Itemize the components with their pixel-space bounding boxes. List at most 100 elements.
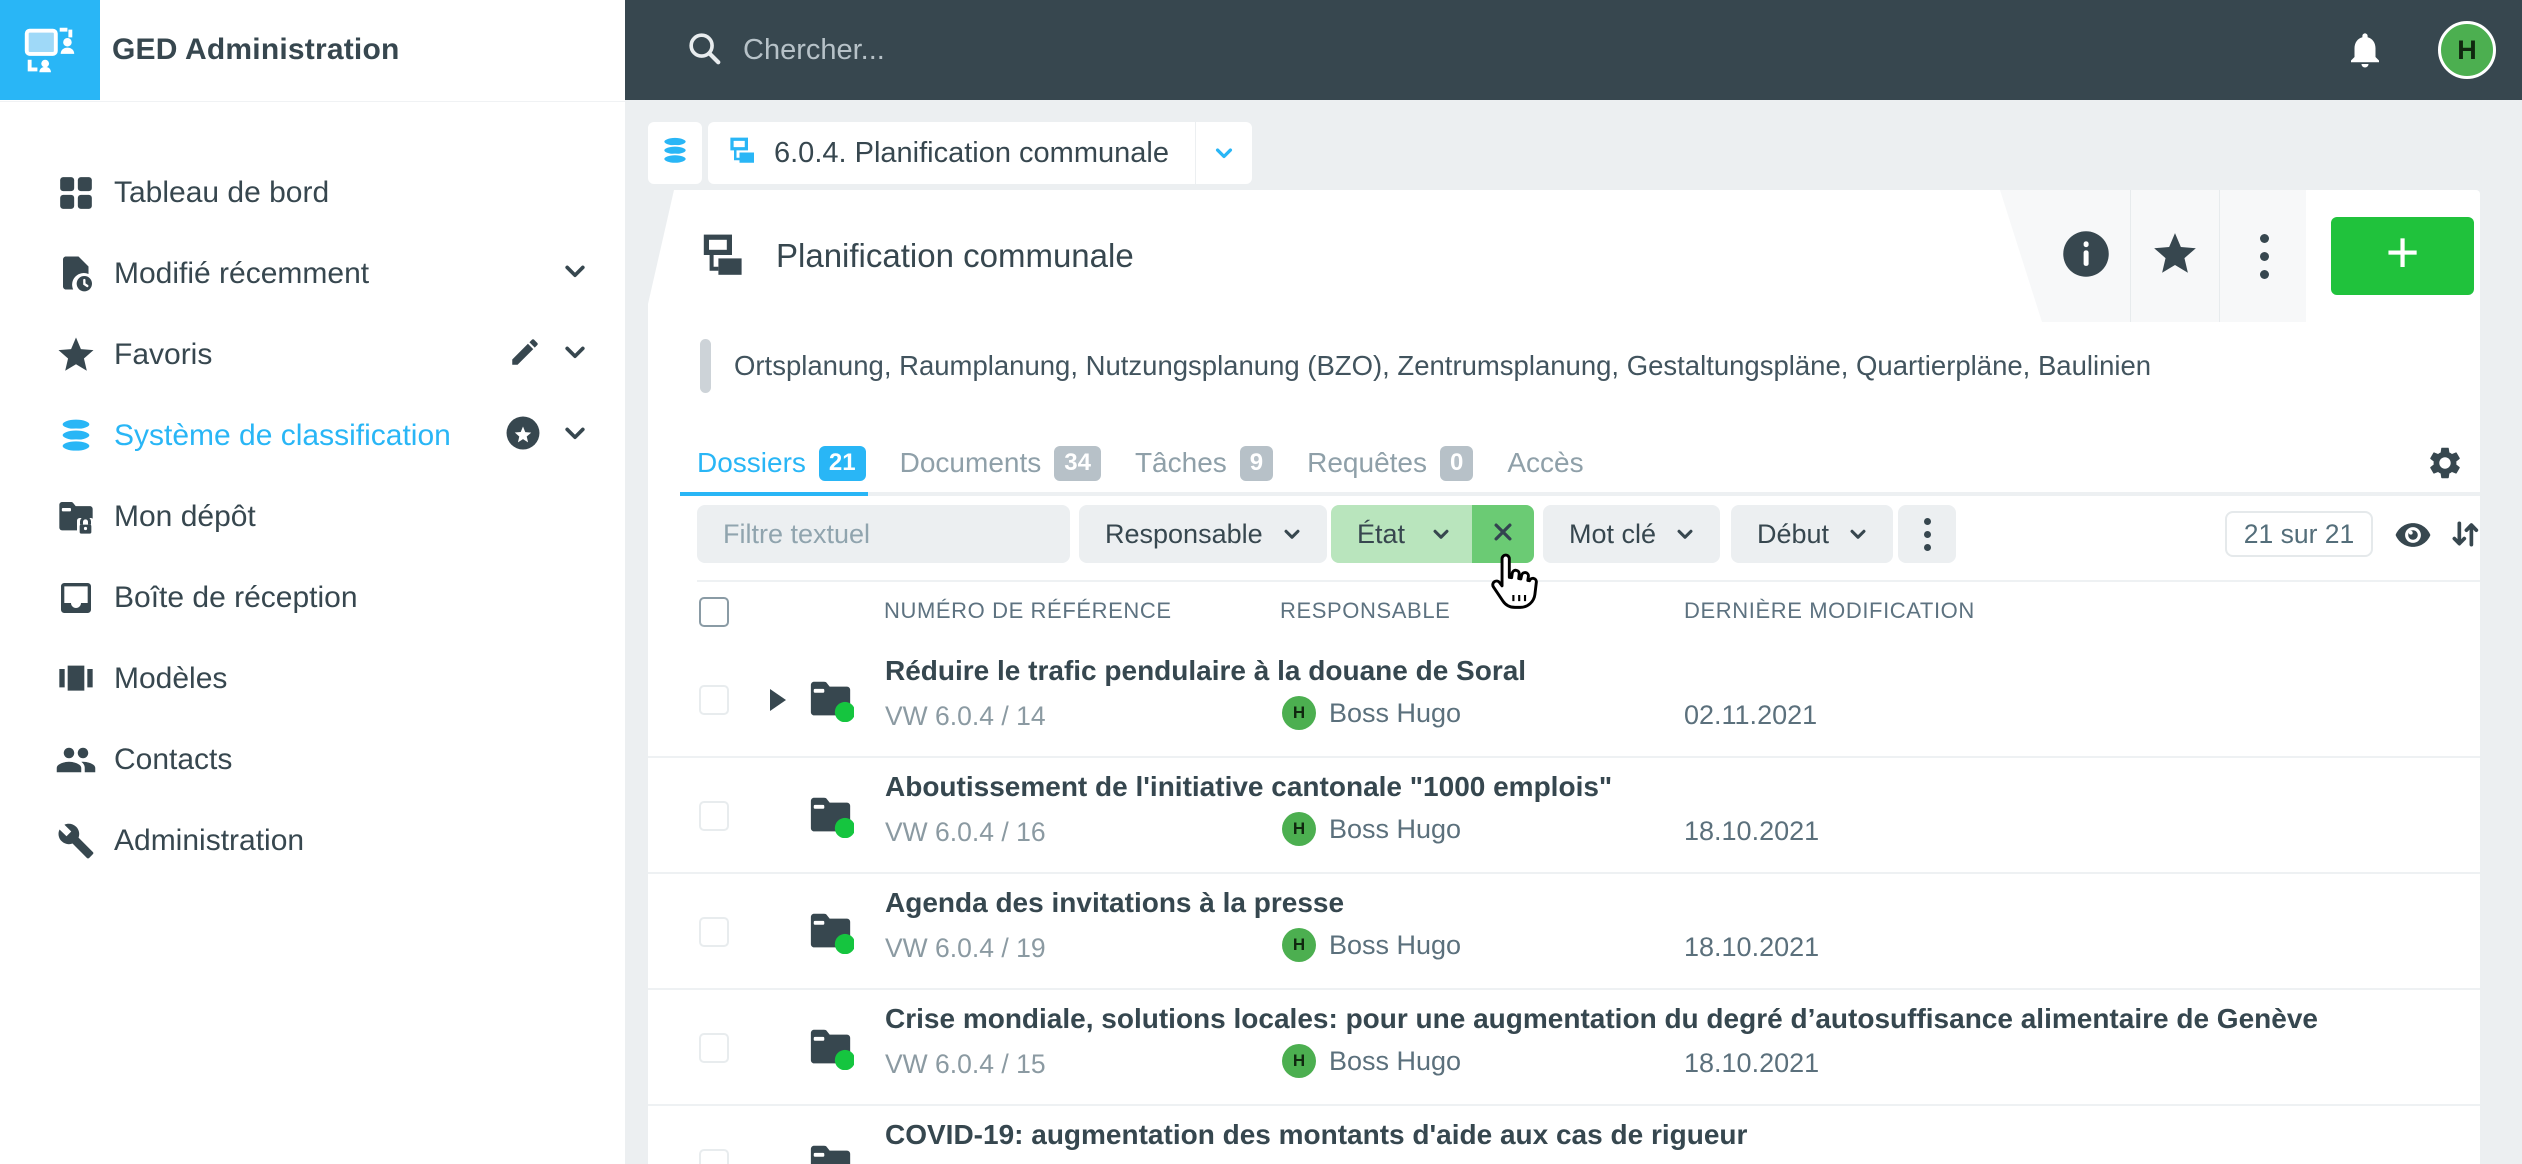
row-checkbox[interactable] <box>699 1149 729 1164</box>
filter-etat[interactable]: État <box>1331 505 1472 563</box>
star-icon <box>2150 229 2200 284</box>
wrench-icon <box>55 820 97 862</box>
more-filters-button[interactable] <box>1898 505 1956 563</box>
row-checkbox[interactable] <box>699 917 729 947</box>
chevron-down-icon <box>1672 521 1698 547</box>
tab-dossiers[interactable]: Dossiers 21 <box>697 445 866 481</box>
folder-icon <box>808 910 856 955</box>
filter-bar: Responsable État Mot clé Début 21 sur 2 <box>648 505 2480 563</box>
row-date: 18.10.2021 <box>1684 816 1820 846</box>
folder-icon <box>808 1142 854 1164</box>
edit-pencil-icon[interactable] <box>508 335 542 374</box>
app-logo-icon[interactable] <box>0 0 100 100</box>
settings-gear-icon[interactable] <box>2426 444 2464 482</box>
row-date: 02.11.2021 <box>1684 700 1818 730</box>
folder-icon <box>808 678 856 723</box>
table-row[interactable]: Crise mondiale, solutions locales: pour … <box>648 990 2480 1106</box>
sidebar-item-administration[interactable]: Administration <box>0 800 625 881</box>
select-all-checkbox[interactable] <box>699 597 729 627</box>
favorite-badge-icon[interactable] <box>504 414 542 457</box>
row-title[interactable]: Agenda des invitations à la presse <box>885 887 1344 919</box>
folder-icon <box>808 794 856 839</box>
tab-requetes[interactable]: Requêtes 0 <box>1307 445 1474 481</box>
column-header-responsable[interactable]: RESPONSABLE <box>1280 580 1450 642</box>
sidebar-item-mon-depot[interactable]: Mon dépôt <box>0 476 625 557</box>
chevron-down-icon[interactable] <box>558 254 592 293</box>
sidebar-item-contacts[interactable]: Contacts <box>0 719 625 800</box>
sidebar-item-tableau-de-bord[interactable]: Tableau de bord <box>0 152 625 233</box>
row-date: 18.10.2021 <box>1684 932 1820 962</box>
breadcrumb-node[interactable]: 6.0.4. Planification communale <box>708 122 1252 184</box>
row-date: 18.10.2021 <box>1684 1048 1820 1078</box>
column-header-reference[interactable]: NUMÉRO DE RÉFÉRENCE <box>884 580 1172 642</box>
sidebar-header: GED Administration <box>0 0 625 102</box>
breadcrumb-root[interactable] <box>648 122 702 184</box>
topbar: H <box>625 0 2522 100</box>
owner-avatar: H <box>1282 1044 1316 1078</box>
tab-count-badge: 21 <box>818 445 866 481</box>
table-row[interactable]: Réduire le trafic pendulaire à la douane… <box>648 642 2480 758</box>
table-row[interactable]: COVID-19: augmentation des montants d'ai… <box>648 1106 2480 1164</box>
notifications-bell-icon[interactable] <box>2344 29 2386 71</box>
database-icon <box>55 415 97 457</box>
table-row[interactable]: Aboutissement de l'initiative cantonale … <box>648 758 2480 874</box>
sidebar-item-modifie-recemment[interactable]: Modifié récemment <box>0 233 625 314</box>
sidebar-item-favoris[interactable]: Favoris <box>0 314 625 395</box>
favorite-button[interactable] <box>2131 190 2219 322</box>
database-icon <box>659 135 691 172</box>
folder-panel: Planification communale + Ortsplanung, R… <box>648 190 2480 1164</box>
info-button[interactable] <box>2042 190 2130 322</box>
row-checkbox[interactable] <box>699 801 729 831</box>
contacts-icon <box>55 739 97 781</box>
table-row[interactable]: Agenda des invitations à la presse VW 6.… <box>648 874 2480 990</box>
filter-responsable[interactable]: Responsable <box>1079 505 1327 563</box>
chevron-down-icon[interactable] <box>558 335 592 374</box>
star-icon <box>55 334 97 376</box>
chevron-down-icon[interactable] <box>558 416 592 455</box>
filter-etat-clear-button[interactable] <box>1472 505 1534 563</box>
inbox-icon <box>55 577 97 619</box>
row-checkbox[interactable] <box>699 685 729 715</box>
search-icon <box>685 29 723 72</box>
info-icon <box>2060 228 2112 285</box>
app-title: GED Administration <box>112 33 400 66</box>
breadcrumb-chevron-icon[interactable] <box>1196 122 1252 184</box>
text-filter-input[interactable] <box>697 505 1070 563</box>
owner-avatar: H <box>1282 696 1316 730</box>
row-title[interactable]: Aboutissement de l'initiative cantonale … <box>885 771 1612 803</box>
chevron-down-icon <box>1845 521 1871 547</box>
more-options-button[interactable] <box>2220 190 2306 322</box>
header-actions <box>2000 190 2306 322</box>
filter-debut[interactable]: Début <box>1731 505 1894 563</box>
tab-documents[interactable]: Documents 34 <box>900 445 1101 481</box>
sort-icon[interactable] <box>2448 517 2482 551</box>
tab-count-badge: 9 <box>1239 445 1274 481</box>
search-input[interactable] <box>743 33 1943 67</box>
row-title[interactable]: COVID-19: augmentation des montants d'ai… <box>885 1119 1747 1151</box>
kebab-menu-icon <box>2259 233 2269 279</box>
row-title[interactable]: Réduire le trafic pendulaire à la douane… <box>885 655 1526 687</box>
row-reference: VW 6.0.4 / 19 <box>885 933 1046 963</box>
filter-mot-cle[interactable]: Mot clé <box>1543 505 1721 563</box>
expand-arrow-icon[interactable] <box>770 689 786 711</box>
row-owner: H Boss Hugo <box>1282 1044 1461 1078</box>
sidebar-nav: Tableau de bord Modifié récemment Favori… <box>0 152 625 881</box>
tab-acces[interactable]: Accès <box>1507 447 1583 479</box>
owner-avatar: H <box>1282 928 1316 962</box>
close-icon <box>1488 517 1518 552</box>
row-title[interactable]: Crise mondiale, solutions locales: pour … <box>885 1003 2318 1035</box>
row-reference: VW 6.0.4 / 14 <box>885 701 1046 731</box>
row-checkbox[interactable] <box>699 1033 729 1063</box>
global-search[interactable] <box>685 29 2344 72</box>
user-avatar[interactable]: H <box>2438 21 2496 79</box>
dashboard-icon <box>55 172 97 214</box>
visibility-eye-icon[interactable] <box>2394 516 2432 554</box>
sidebar-item-systeme-de-classification[interactable]: Système de classification <box>0 395 625 476</box>
table-header: NUMÉRO DE RÉFÉRENCE RESPONSABLE DERNIÈRE… <box>648 580 2480 642</box>
column-header-modification[interactable]: DERNIÈRE MODIFICATION <box>1684 580 1975 642</box>
content-area: 6.0.4. Planification communale Planifica… <box>625 100 2522 1164</box>
sidebar-item-modeles[interactable]: Modèles <box>0 638 625 719</box>
add-button[interactable]: + <box>2331 217 2474 295</box>
tab-taches[interactable]: Tâches 9 <box>1135 445 1274 481</box>
sidebar-item-boite-de-reception[interactable]: Boîte de réception <box>0 557 625 638</box>
